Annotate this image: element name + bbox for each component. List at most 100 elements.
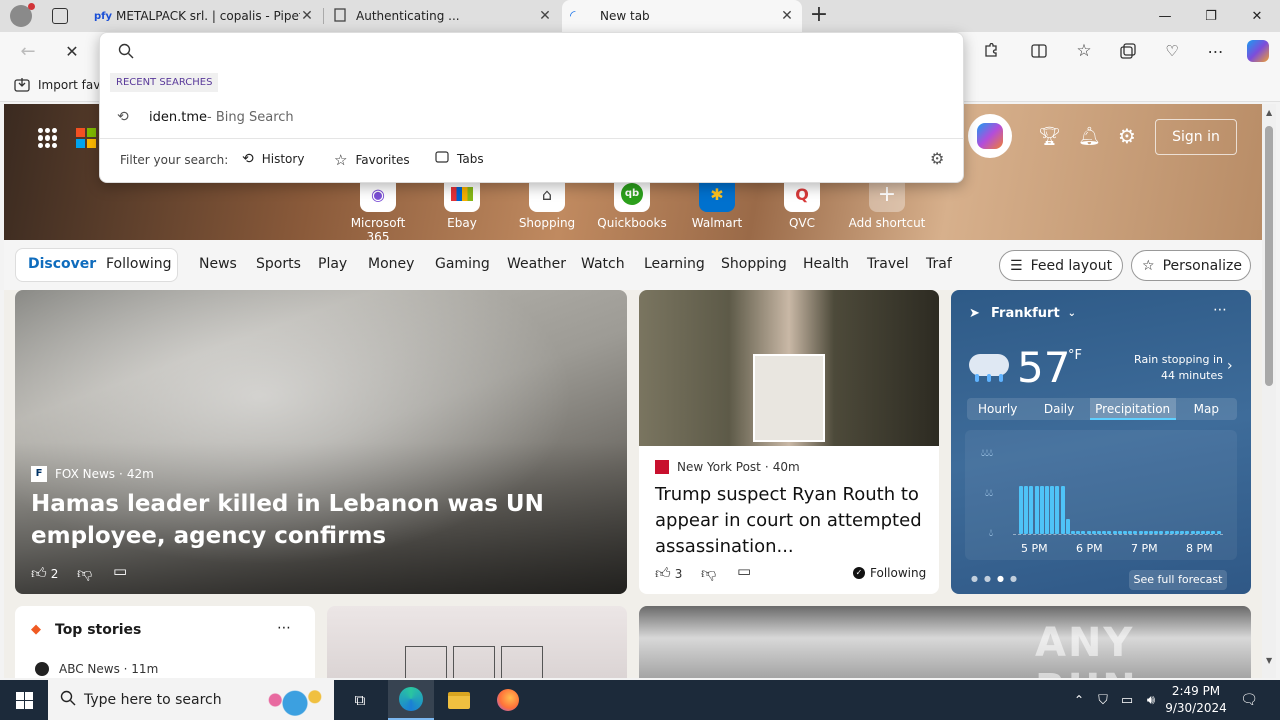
like-button[interactable]: 👍︎ 2 [31,564,58,583]
nav-shopping[interactable]: Shopping [721,256,787,272]
nav-play[interactable]: Play [318,256,347,272]
see-full-forecast-link[interactable]: See full forecast [1129,570,1227,590]
minimize-button[interactable]: — [1142,0,1188,32]
more-menu-icon[interactable]: ⋯ [1200,36,1232,66]
top-stories-title[interactable]: Top stories [55,622,141,638]
settings-gear-icon[interactable]: ⚙ [1118,124,1136,148]
close-tab-icon[interactable]: ✕ [538,8,552,24]
extensions-icon[interactable] [975,36,1007,66]
nav-news[interactable]: News [199,256,237,272]
firefox-icon[interactable] [486,680,530,720]
tab-following[interactable]: Following [106,256,172,272]
show-hidden-icons[interactable]: ⌃ [1068,680,1090,720]
story-card-building[interactable]: ANY RUN [639,606,1251,678]
search-settings-gear-icon[interactable]: ⚙ [930,149,944,168]
tab-hourly[interactable]: Hourly [967,398,1028,420]
nav-weather[interactable]: Weather [507,256,566,272]
story-headline[interactable]: Hamas leader killed in Lebanon was UN em… [31,488,611,552]
import-favorites-link[interactable]: Import favo [14,77,108,93]
stop-loading-button[interactable]: ✕ [56,36,88,66]
shortcut-walmart[interactable]: ✱ Walmart [677,176,757,230]
new-tab-page: 🏆︎ 🔔︎ ⚙ Sign in ◉ Microsoft 365 Ebay ⌂ Sho… [4,104,1262,678]
app-launcher-icon[interactable] [38,128,58,148]
collections-icon[interactable] [1112,36,1144,66]
tab-authenticating[interactable]: Authenticating ... ✕ [326,0,560,32]
precip-bar [1060,486,1065,534]
weather-city[interactable]: Frankfurt ⌄ [991,306,1076,321]
nav-sports[interactable]: Sports [256,256,301,272]
profile-avatar[interactable] [10,3,35,27]
task-view-icon[interactable]: ⧉ [340,680,380,720]
comment-icon[interactable]: ▭ [113,562,127,580]
thumbs-down-icon[interactable]: 👎︎ [77,564,92,583]
copilot-icon [977,123,1003,149]
nav-watch[interactable]: Watch [581,256,625,272]
weather-card[interactable]: ➤ Frankfurt ⌄ ⋯ 57 °F Rain stopping in 44… [951,290,1251,594]
nav-gaming[interactable]: Gaming [435,256,490,272]
nav-learning[interactable]: Learning [644,256,705,272]
shortcut-shopping[interactable]: ⌂ Shopping [507,176,587,230]
tab-discover[interactable]: Discover [28,256,96,272]
start-button[interactable] [0,680,48,720]
more-options-icon[interactable]: ⋯ [277,620,291,636]
address-input[interactable] [144,37,944,65]
close-tab-icon[interactable]: ✕ [300,8,314,24]
close-tab-icon[interactable]: ✕ [780,8,794,24]
file-explorer-icon[interactable] [438,680,480,720]
favorites-star-icon[interactable]: ☆ [1068,36,1100,66]
recent-search-item[interactable]: ⟲ iden.tme - Bing Search [100,103,963,131]
shortcut-quickbooks[interactable]: qb Quickbooks [592,176,672,230]
edge-taskbar-icon[interactable] [388,680,434,720]
taskbar-clock[interactable]: 2:49 PM 9/30/2024 [1164,683,1228,717]
page-scrollbar[interactable]: ▲ ▼ [1262,104,1276,678]
maximize-button[interactable]: ❐ [1188,0,1234,32]
tab-actions-icon[interactable] [52,8,68,24]
nav-traffic[interactable]: Traf [926,256,952,272]
taskbar-search-box[interactable]: Type here to search [48,680,334,720]
notification-center-icon[interactable]: 🗨︎ [1234,680,1264,720]
chevron-right-icon[interactable]: › [1227,358,1233,374]
personalize-button[interactable]: ☆ Personalize [1131,250,1251,281]
tab-pipefy[interactable]: pfy METALPACK srl. | copalis - Pipefy ✕ [86,0,322,32]
copilot-icon[interactable] [1242,36,1274,66]
back-button[interactable]: ← [12,36,44,66]
tab-map[interactable]: Map [1176,398,1237,420]
nav-health[interactable]: Health [803,256,849,272]
nav-travel[interactable]: Travel [867,256,909,272]
rewards-icon[interactable]: 🏆︎ [1038,126,1061,147]
tab-precipitation[interactable]: Precipitation [1089,398,1176,420]
feed-layout-button[interactable]: ☰ Feed layout [999,250,1123,281]
browser-essentials-icon[interactable]: ♡ [1156,36,1188,66]
thumbs-down-icon[interactable]: 👎︎ [701,564,716,583]
tray-device-icon[interactable]: ⛉ [1092,680,1114,720]
network-icon[interactable]: ▭ [1116,680,1138,720]
add-shortcut-button[interactable]: + Add shortcut [847,176,927,230]
following-badge[interactable]: ✓ Following [853,566,926,580]
filter-favorites[interactable]: ☆ Favorites [334,151,410,169]
sign-in-button[interactable]: Sign in [1155,119,1237,155]
story-headline[interactable]: Trump suspect Ryan Routh to appear in co… [655,482,933,560]
close-window-button[interactable]: ✕ [1234,0,1280,32]
split-screen-icon[interactable] [1023,36,1055,66]
comment-icon[interactable]: ▭ [737,562,751,580]
more-options-icon[interactable]: ⋯ [1213,302,1227,318]
filter-tabs[interactable]: Tabs [435,151,484,166]
new-tab-button[interactable]: + [808,2,830,30]
notifications-icon[interactable]: 🔔︎ [1078,126,1101,147]
filter-history[interactable]: ⟲ History [242,151,304,167]
copilot-button[interactable] [968,114,1012,158]
carousel-dots[interactable]: ●●●● [971,574,1023,583]
like-button[interactable]: 👍︎ 3 [655,564,682,583]
flame-icon: ◆ [31,622,41,637]
main-story-card[interactable]: F FOX News · 42m Hamas leader killed in Le… [15,290,627,594]
location-arrow-icon: ➤ [969,306,980,321]
tab-daily[interactable]: Daily [1028,398,1089,420]
shortcut-ebay[interactable]: Ebay [422,176,502,230]
second-story-card[interactable]: New York Post · 40m Trump suspect Ryan Rou… [639,290,939,594]
tab-new-tab[interactable]: ◜ New tab ✕ [562,0,802,32]
volume-icon[interactable]: 🔊︎ [1140,680,1162,720]
shortcut-microsoft-365[interactable]: ◉ Microsoft 365 [338,176,418,244]
story-card-interior[interactable] [327,606,627,678]
nav-money[interactable]: Money [368,256,414,272]
shortcut-qvc[interactable]: Q QVC [762,176,842,230]
